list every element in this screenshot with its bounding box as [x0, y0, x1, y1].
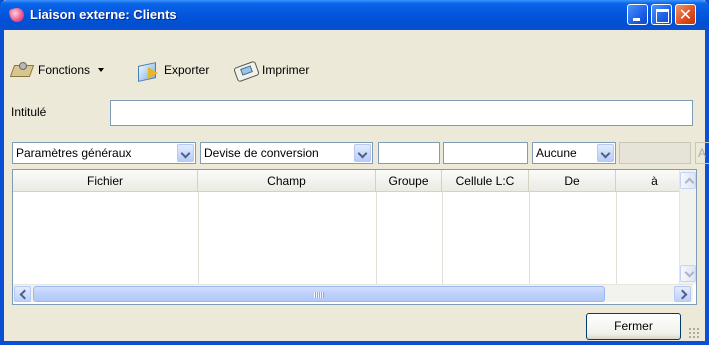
functions-menu-button[interactable]: Fonctions [10, 58, 105, 82]
title-bar[interactable]: Liaison externe: Clients ✕ [0, 0, 709, 30]
print-icon [234, 60, 258, 80]
functions-icon [10, 60, 34, 80]
maximize-button[interactable] [651, 4, 672, 25]
grip-icon [314, 292, 324, 298]
disabled-field [619, 142, 691, 164]
chevron-down-icon[interactable] [177, 144, 194, 162]
close-button[interactable]: Fermer [586, 313, 681, 340]
cutoff-field: A [695, 142, 709, 164]
devise-select[interactable]: Devise de conversion [200, 142, 373, 164]
column-divider [198, 192, 199, 284]
scroll-down-icon[interactable] [680, 265, 696, 282]
scroll-right-icon[interactable] [674, 286, 691, 302]
toolbar: Fonctions Exporter Imprimer [0, 30, 701, 91]
aucune-select[interactable]: Aucune [532, 142, 616, 164]
column-header-champ[interactable]: Champ [198, 170, 376, 192]
column-divider [616, 192, 617, 284]
column-divider [529, 192, 530, 284]
window-title: Liaison externe: Clients [30, 7, 177, 22]
functions-label: Fonctions [38, 63, 91, 77]
print-label: Imprimer [262, 63, 310, 77]
filter-field-2[interactable] [443, 142, 528, 164]
resize-grip-icon[interactable] [688, 327, 700, 339]
export-button[interactable]: Exporter [136, 58, 209, 82]
print-button[interactable]: Imprimer [234, 58, 309, 82]
chevron-down-icon[interactable] [597, 144, 614, 162]
intitule-input[interactable] [110, 100, 693, 126]
column-divider [442, 192, 443, 284]
column-header-groupe[interactable]: Groupe [376, 170, 442, 192]
app-icon [8, 6, 26, 24]
minimize-button[interactable] [627, 4, 648, 25]
devise-value: Devise de conversion [204, 146, 319, 160]
scrollbar-thumb[interactable] [33, 286, 605, 302]
scroll-up-icon[interactable] [680, 172, 696, 189]
cutoff-text: A [698, 146, 707, 160]
column-divider [376, 192, 377, 284]
column-header-fichier[interactable]: Fichier [13, 170, 198, 192]
chevron-down-icon [98, 68, 105, 72]
chevron-down-icon[interactable] [354, 144, 371, 162]
export-label: Exporter [164, 63, 210, 77]
column-header-de[interactable]: De [529, 170, 616, 192]
column-header-cellule[interactable]: Cellule L:C [442, 170, 529, 192]
close-window-button[interactable]: ✕ [675, 4, 696, 25]
vertical-scrollbar[interactable] [679, 170, 696, 284]
scroll-left-icon[interactable] [14, 286, 31, 302]
export-icon [136, 60, 160, 80]
data-grid[interactable]: Fichier Champ Groupe Cellule L:C De à [12, 169, 697, 305]
horizontal-scrollbar[interactable] [13, 284, 693, 302]
close-icon: ✕ [678, 5, 693, 24]
parametres-value: Paramètres généraux [16, 146, 132, 160]
filter-field-1[interactable] [378, 142, 440, 164]
parametres-select[interactable]: Paramètres généraux [12, 142, 196, 164]
intitule-label: Intitulé [11, 105, 47, 119]
aucune-value: Aucune [536, 146, 577, 160]
grid-header: Fichier Champ Groupe Cellule L:C De à [13, 170, 693, 192]
